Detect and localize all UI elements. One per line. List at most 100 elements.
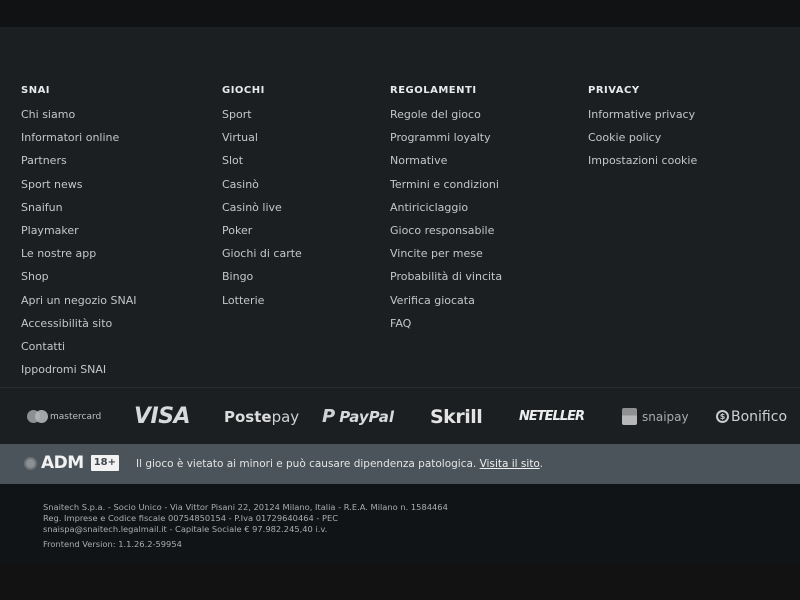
footer-link[interactable]: Lotterie (222, 294, 264, 307)
footer-link[interactable]: Partners (21, 154, 67, 167)
footer-link-item[interactable]: Poker (222, 225, 302, 248)
footer-link[interactable]: Apri un negozio SNAI (21, 294, 137, 307)
footer-link[interactable]: Gioco responsabile (390, 224, 494, 237)
footer-link[interactable]: Cookie policy (588, 131, 661, 144)
footer-link-item[interactable]: Ippodromi SNAI (21, 364, 137, 387)
link-list: Informative privacy Cookie policy Impostaz… (588, 109, 697, 179)
paypal-p-icon: P (322, 406, 336, 427)
footer-link[interactable]: Virtual (222, 131, 258, 144)
footer-link[interactable]: Vincite per mese (390, 247, 483, 260)
legal-line-2: Reg. Imprese e Codice fiscale 0075485015… (43, 513, 339, 523)
footer-link[interactable]: Chi siamo (21, 108, 75, 121)
footer-link-item[interactable]: Chi siamo (21, 109, 137, 132)
footer-link-item[interactable]: Apri un negozio SNAI (21, 295, 137, 318)
footer-link[interactable]: Casinò (222, 178, 259, 191)
footer-link[interactable]: Playmaker (21, 224, 79, 237)
footer-link[interactable]: Regole del gioco (390, 108, 481, 121)
footer-column-giochi: GIOCHI Sport Virtual Slot Casinò Casinò live… (222, 85, 302, 318)
footer-link-item[interactable]: Partners (21, 155, 137, 178)
footer-link[interactable]: Snaifun (21, 201, 63, 214)
footer-link[interactable]: Programmi loyalty (390, 131, 491, 144)
footer-link[interactable]: Termini e condizioni (390, 178, 499, 191)
footer-link-item[interactable]: Normative (390, 155, 502, 178)
snaipay-icon (622, 408, 637, 425)
footer-link[interactable]: Informative privacy (588, 108, 695, 121)
footer-link-item[interactable]: Verifica giocata (390, 295, 502, 318)
footer-link-item[interactable]: Gioco responsabile (390, 225, 502, 248)
footer-column-privacy: PRIVACY Informative privacy Cookie policy… (588, 85, 697, 179)
footer-link-item[interactable]: Lotterie (222, 295, 302, 318)
footer-link[interactable]: Sport (222, 108, 252, 121)
footer-link[interactable]: Antiriciclaggio (390, 201, 468, 214)
visit-site-link[interactable]: Visita il sito (480, 458, 540, 470)
footer-link-item[interactable]: Cookie policy (588, 132, 697, 155)
footer-link-item[interactable]: Antiriciclaggio (390, 202, 502, 225)
column-title: SNAI (21, 85, 51, 96)
footer-link[interactable]: Poker (222, 224, 252, 237)
footer-link[interactable]: Accessibilità sito (21, 317, 112, 330)
age-18-badge: 18+ (90, 455, 119, 471)
footer-link[interactable]: Giochi di carte (222, 247, 302, 260)
footer-link[interactable]: Slot (222, 154, 243, 167)
footer-link-item[interactable]: Snaifun (21, 202, 137, 225)
mastercard-logo: mastercard (27, 388, 101, 445)
footer-link[interactable]: Probabilità di vincita (390, 270, 502, 283)
footer-link[interactable]: Contatti (21, 340, 65, 353)
footer-link-item[interactable]: Casinò (222, 179, 302, 202)
footer-link[interactable]: Informatori online (21, 131, 119, 144)
adm-logos: ADM 18+ (24, 453, 119, 473)
frontend-version: Frontend Version: 1.1.26.2-59954 (43, 539, 182, 549)
footer-link-item[interactable]: Regole del gioco (390, 109, 502, 132)
neteller-logo: NETELLER (519, 409, 585, 424)
adm-logo: ADM (41, 453, 84, 473)
skrill-logo: Skrill (430, 405, 483, 428)
link-list: Regole del gioco Programmi loyalty Normati… (390, 109, 502, 341)
adm-warning-bar: ADM 18+ Il gioco è vietato ai minori e p… (0, 444, 800, 484)
footer-link-item[interactable]: Termini e condizioni (390, 179, 502, 202)
footer-link-item[interactable]: Shop (21, 271, 137, 294)
footer-link[interactable]: Verifica giocata (390, 294, 475, 307)
footer-link-item[interactable]: Informatori online (21, 132, 137, 155)
footer-link[interactable]: Bingo (222, 270, 253, 283)
top-bar (0, 0, 800, 27)
footer-link-item[interactable]: Vincite per mese (390, 248, 502, 271)
footer-link-item[interactable]: Playmaker (21, 225, 137, 248)
footer-link-item[interactable]: Le nostre app (21, 248, 137, 271)
footer-link-item[interactable]: Accessibilità sito (21, 318, 137, 341)
legal-line-3: snaispa@snaitech.legalmail.it - Capitale… (43, 524, 328, 534)
footer-link-item[interactable]: Casinò live (222, 202, 302, 225)
footer-link-item[interactable]: Sport news (21, 179, 137, 202)
footer-link[interactable]: Normative (390, 154, 447, 167)
footer-link-item[interactable]: Impostazioni cookie (588, 155, 697, 178)
footer-link[interactable]: Impostazioni cookie (588, 154, 697, 167)
footer-column-regolamenti: REGOLAMENTI Regole del gioco Programmi lo… (390, 85, 502, 341)
footer-link-item[interactable]: Virtual (222, 132, 302, 155)
footer-link-item[interactable]: Informative privacy (588, 109, 697, 132)
paypal-logo: P PayPal (322, 406, 394, 427)
footer-link[interactable]: FAQ (390, 317, 411, 330)
legal-line-1: Snaitech S.p.a. - Socio Unico - Via Vitt… (43, 502, 448, 512)
footer-link-item[interactable]: FAQ (390, 318, 502, 341)
mastercard-circles-icon (27, 410, 49, 423)
bonifico-logo: $ Bonifico (716, 388, 787, 445)
postepay-logo: Poste pay (224, 407, 300, 426)
footer-link-item[interactable]: Sport (222, 109, 302, 132)
footer-link-item[interactable]: Slot (222, 155, 302, 178)
footer-link-item[interactable]: Programmi loyalty (390, 132, 502, 155)
bottom-bar (0, 564, 800, 600)
footer-link[interactable]: Sport news (21, 178, 83, 191)
footer-link-item[interactable]: Contatti (21, 341, 137, 364)
link-list: Sport Virtual Slot Casinò Casinò live Poker Gi… (222, 109, 302, 318)
footer-link[interactable]: Le nostre app (21, 247, 96, 260)
legal-info: Snaitech S.p.a. - Socio Unico - Via Vitt… (0, 484, 800, 564)
snaipay-logo: snaipay (622, 388, 689, 445)
bonifico-coin-icon: $ (716, 410, 729, 423)
footer-link[interactable]: Shop (21, 270, 49, 283)
footer-link-item[interactable]: Probabilità di vincita (390, 271, 502, 294)
emblem-icon (24, 456, 37, 470)
footer-link-item[interactable]: Giochi di carte (222, 248, 302, 271)
footer-link-item[interactable]: Bingo (222, 271, 302, 294)
footer-link[interactable]: Casinò live (222, 201, 282, 214)
payment-methods: mastercard VISA Poste pay P PayPal Skrill… (0, 387, 800, 444)
footer-link[interactable]: Ippodromi SNAI (21, 363, 106, 376)
